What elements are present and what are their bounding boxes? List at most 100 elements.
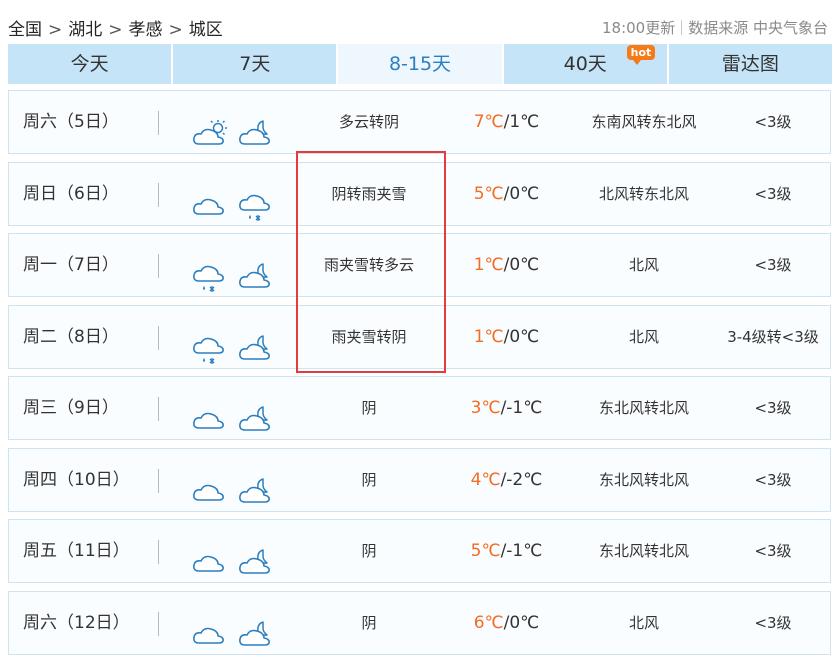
wind-level: <3级 [754,184,792,203]
temperature: 7℃/1℃ [439,91,574,153]
breadcrumb-item-province[interactable]: 湖北 [68,20,102,40]
high-temp: 1℃ [473,255,504,275]
wind-level: <3级 [754,470,792,489]
weather-description: 阴 [361,542,377,560]
divider [158,182,159,207]
forecast-day: 周一（7日） [23,255,119,275]
high-temp: 5℃ [470,541,501,561]
weather-icons [192,520,292,582]
wind-level: <3级 [754,256,792,274]
forecast-row: 周四（10日） 阴 4℃/-2℃ 东北风转北风 <3级 [8,447,831,512]
wind-level: <3级 [754,613,792,632]
weather-description: 阴 [361,470,377,489]
wind-direction: 北风 [628,256,659,274]
breadcrumb-separator: > [48,20,63,40]
forecast-day: 周二（8日） [23,326,119,347]
wind-direction: 东北风转北风 [598,470,689,489]
divider [158,611,159,636]
weather-icons [192,592,292,654]
wind-level: <3级 [754,399,792,417]
forecast-row: 周一（7日） 雨夹雪转多云 1℃/0℃ 北风 <3级 [8,233,831,297]
low-temp: /-2℃ [500,469,543,490]
temperature: 5℃/0℃ [439,163,574,225]
weather-description: 阴转雨夹雪 [331,184,407,203]
wind-direction: 东南风转东北风 [591,113,697,131]
forecast-day: 周五（11日） [23,541,130,561]
tab-radar[interactable]: 雷达图 [668,44,833,84]
low-temp: /1℃ [503,112,540,132]
weather-description: 雨夹雪转阴 [331,327,407,346]
temperature: 3℃/-1℃ [439,377,574,439]
divider [158,325,159,350]
weather-icons [192,377,292,439]
weather-icons [192,91,292,153]
weather-icons [192,163,292,225]
weather-description: 多云转阴 [338,113,399,131]
high-temp: 6℃ [473,612,504,633]
breadcrumb-item-country[interactable]: 全国 [8,20,42,40]
tab-40-days-label: 40天 [563,53,607,75]
breadcrumb: 全国 > 湖北 > 孝感 > 城区 [8,15,223,40]
temperature: 6℃/0℃ [439,592,574,654]
forecast-day: 周日（6日） [23,183,119,204]
low-temp: /-1℃ [500,541,543,561]
tab-8-15-days[interactable]: 8-15天 [338,44,502,84]
wind-level: 3-4级转<3级 [727,327,819,346]
breadcrumb-separator: > [108,20,123,40]
forecast-day: 周四（10日） [23,469,130,490]
low-temp: /-1℃ [500,398,543,418]
tab-today[interactable]: 今天 [8,44,172,84]
forecast-row: 周日（6日） 阴转雨夹雪 5℃/0℃ 北风转东北风 <3级 [8,161,831,226]
high-temp: 5℃ [473,183,504,204]
weather-description: 雨夹雪转多云 [323,256,414,274]
wind-direction: 东北风转北风 [598,399,689,417]
low-temp: /0℃ [503,612,540,633]
wind-direction: 北风 [628,613,659,632]
breadcrumb-item-district[interactable]: 城区 [189,20,223,40]
divider [681,20,683,35]
wind-level: <3级 [754,542,792,560]
high-temp: 7℃ [473,112,504,132]
high-temp: 3℃ [470,398,501,418]
update-info: 18:00更新 数据来源 中央气象台 [602,17,828,38]
forecast-row: 周六（5日） 多云转阴 7℃/1℃ 东南风转东北风 <3级 [8,90,831,154]
divider [158,111,159,135]
low-temp: /0℃ [503,326,540,347]
forecast-list: 周六（5日） 多云转阴 7℃/1℃ 东南风转东北风 <3级 周日（6日） 阴转雨… [8,90,831,660]
forecast-row: 周三（9日） 阴 3℃/-1℃ 东北风转北风 <3级 [8,376,831,440]
low-temp: /0℃ [503,255,540,275]
breadcrumb-separator: > [168,20,183,40]
divider [158,468,159,493]
tab-7-days[interactable]: 7天 [173,44,337,84]
breadcrumb-item-city[interactable]: 孝感 [129,20,163,40]
tab-40-days[interactable]: 40天 hot [503,44,667,84]
divider [158,397,159,421]
high-temp: 1℃ [473,326,504,347]
weather-icons [192,306,292,368]
temperature: 5℃/-1℃ [439,520,574,582]
wind-direction: 北风转东北风 [598,184,689,203]
top-bar: 全国 > 湖北 > 孝感 > 城区 18:00更新 数据来源 中央气象台 [0,0,834,50]
wind-direction: 东北风转北风 [598,542,689,560]
temperature: 1℃/0℃ [439,306,574,368]
high-temp: 4℃ [470,469,501,490]
hot-badge: hot [626,45,656,65]
forecast-day: 周三（9日） [23,398,119,418]
data-source: 数据来源 中央气象台 [688,19,828,37]
wind-direction: 北风 [628,327,659,346]
forecast-day: 周六（5日） [23,112,119,132]
temperature: 1℃/0℃ [439,234,574,296]
weather-description: 阴 [361,613,377,632]
update-time: 18:00更新 [601,19,676,37]
forecast-day: 周六（12日） [23,612,130,633]
weather-icons [192,449,292,511]
divider [158,540,159,564]
weather-description: 阴 [361,399,377,417]
forecast-row: 周六（12日） 阴 6℃/0℃ 北风 <3级 [8,590,831,655]
divider [158,254,159,278]
forecast-row: 周五（11日） 阴 5℃/-1℃ 东北风转北风 <3级 [8,519,831,583]
low-temp: /0℃ [503,183,540,204]
wind-level: <3级 [754,113,792,131]
weather-icons [192,234,292,296]
forecast-tabs: 今天 7天 8-15天 40天 hot 雷达图 [8,44,833,84]
